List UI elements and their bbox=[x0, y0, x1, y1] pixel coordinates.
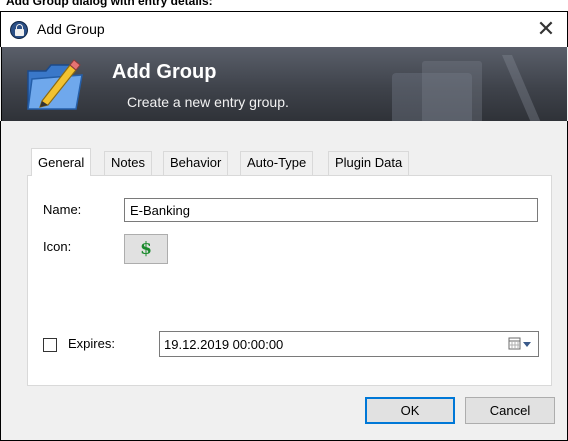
expires-checkbox[interactable] bbox=[43, 338, 57, 352]
tab-auto-type[interactable]: Auto-Type bbox=[240, 151, 314, 175]
window-title: Add Group bbox=[37, 21, 105, 37]
tab-behavior[interactable]: Behavior bbox=[163, 151, 229, 175]
banner-title: Add Group bbox=[112, 61, 217, 83]
expires-label: Expires: bbox=[68, 336, 115, 351]
calendar-dropdown-icon[interactable] bbox=[508, 337, 532, 351]
banner-decoration-icon bbox=[392, 55, 541, 121]
tab-general[interactable]: General bbox=[31, 148, 92, 176]
ok-button[interactable]: OK bbox=[365, 397, 455, 424]
add-group-dialog: Add Group dialog with entry details: Add… bbox=[0, 0, 568, 441]
cancel-button[interactable]: Cancel bbox=[465, 397, 555, 424]
dollar-icon: $ bbox=[140, 239, 152, 259]
keepass-lock-icon bbox=[10, 21, 28, 39]
top-caption: Add Group dialog with entry details: bbox=[6, 0, 213, 8]
icon-picker-button[interactable]: $ bbox=[124, 234, 168, 264]
expires-date-picker[interactable]: 19.12.2019 00:00:00 bbox=[159, 331, 539, 357]
title-bar[interactable]: Add Group ✕ bbox=[0, 11, 568, 47]
dialog-banner: Add Group Create a new entry group. bbox=[1, 47, 567, 121]
banner-subtitle: Create a new entry group. bbox=[127, 94, 289, 110]
icon-label: Icon: bbox=[43, 239, 72, 254]
general-tab-panel: Name: Icon: $ Expires: 19.12.2019 00:00:… bbox=[27, 175, 552, 386]
folder-edit-icon bbox=[27, 59, 83, 110]
top-caption-strip: Add Group dialog with entry details: bbox=[0, 0, 568, 11]
name-input[interactable] bbox=[124, 198, 538, 222]
close-button[interactable]: ✕ bbox=[533, 16, 559, 42]
name-label: Name: bbox=[43, 202, 82, 217]
dialog-body: General Notes Behavior Auto-Type Plugin … bbox=[0, 121, 568, 441]
expires-date-value: 19.12.2019 00:00:00 bbox=[164, 337, 284, 352]
tab-notes[interactable]: Notes bbox=[104, 151, 152, 175]
tab-plugin-data[interactable]: Plugin Data bbox=[328, 151, 410, 175]
